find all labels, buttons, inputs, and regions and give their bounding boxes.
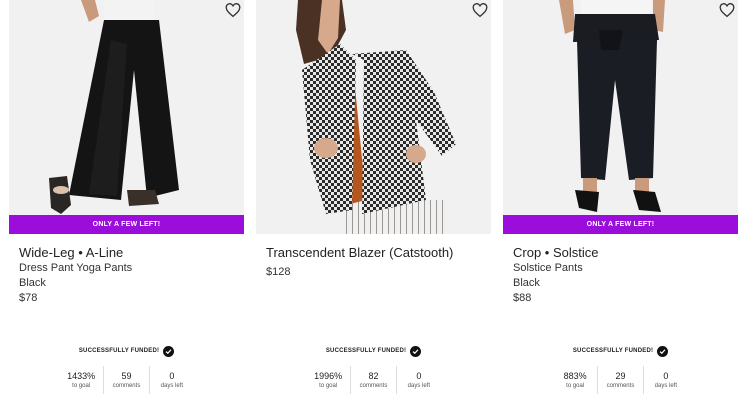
heart-icon[interactable] (225, 3, 241, 19)
funded-label: SUCCESSFULLY FUNDED! (572, 348, 654, 354)
funding-stats: 1996% to goal 82 comments 0 days left (306, 366, 441, 394)
stat-label: comments (112, 382, 141, 389)
product-color: Black (513, 277, 540, 289)
product-image[interactable] (503, 0, 738, 234)
stat-goal: 1433% to goal (59, 366, 103, 394)
heart-icon[interactable] (719, 3, 735, 19)
funded-label: SUCCESSFULLY FUNDED! (78, 348, 160, 354)
check-circle-icon (657, 345, 669, 357)
check-circle-icon (163, 345, 175, 357)
product-price: $78 (19, 292, 38, 304)
product-title[interactable]: Transcendent Blazer (Catstooth) (266, 245, 486, 261)
check-circle-icon (410, 345, 422, 357)
stat-value: 0 (169, 370, 175, 381)
funding-stats: 883% to goal 29 comments 0 days left (553, 366, 688, 394)
stat-value: 82 (368, 370, 379, 381)
product-image[interactable] (256, 0, 491, 234)
stat-days-left: 0 days left (642, 366, 688, 394)
stat-label: comments (359, 382, 388, 389)
stat-label: to goal (566, 382, 585, 389)
stat-value: 883% (563, 370, 587, 381)
product-price: $128 (266, 266, 291, 278)
stat-value: 0 (416, 370, 422, 381)
funded-status: SUCCESSFULLY FUNDED! (503, 344, 738, 358)
stat-label: comments (606, 382, 635, 389)
stat-comments: 29 comments (597, 366, 642, 394)
product-card[interactable]: Transcendent Blazer (Catstooth) $128 SUC… (256, 0, 491, 400)
stat-value: 29 (615, 370, 626, 381)
stat-value: 0 (663, 370, 669, 381)
product-card[interactable]: ONLY A FEW LEFT! Wide-Leg • A-Line Dress… (9, 0, 244, 400)
stock-banner: ONLY A FEW LEFT! (503, 215, 738, 234)
funding-stats: 1433% to goal 59 comments 0 days left (59, 366, 194, 394)
funded-status: SUCCESSFULLY FUNDED! (9, 344, 244, 358)
stat-label: days left (407, 382, 430, 389)
stat-label: days left (160, 382, 183, 389)
stat-value: 59 (121, 370, 132, 381)
stock-banner: ONLY A FEW LEFT! (9, 215, 244, 234)
product-title[interactable]: Wide-Leg • A-Line (19, 245, 239, 261)
stat-days-left: 0 days left (148, 366, 194, 394)
stat-value: 1996% (314, 370, 343, 381)
stat-value: 1433% (67, 370, 96, 381)
stat-goal: 883% to goal (553, 366, 597, 394)
stat-days-left: 0 days left (395, 366, 441, 394)
funded-label: SUCCESSFULLY FUNDED! (325, 348, 407, 354)
stat-label: days left (654, 382, 677, 389)
product-color: Black (19, 277, 46, 289)
product-price: $88 (513, 292, 532, 304)
stat-comments: 82 comments (350, 366, 395, 394)
product-image[interactable] (9, 0, 244, 234)
stat-label: to goal (72, 382, 91, 389)
product-subtitle: Solstice Pants (513, 262, 583, 274)
funded-status: SUCCESSFULLY FUNDED! (256, 344, 491, 358)
product-subtitle: Dress Pant Yoga Pants (19, 262, 133, 274)
product-title[interactable]: Crop • Solstice (513, 245, 733, 261)
product-card[interactable]: ONLY A FEW LEFT! Crop • Solstice Solstic… (503, 0, 738, 400)
stat-comments: 59 comments (103, 366, 148, 394)
stat-goal: 1996% to goal (306, 366, 350, 394)
heart-icon[interactable] (472, 3, 488, 19)
stat-label: to goal (319, 382, 338, 389)
